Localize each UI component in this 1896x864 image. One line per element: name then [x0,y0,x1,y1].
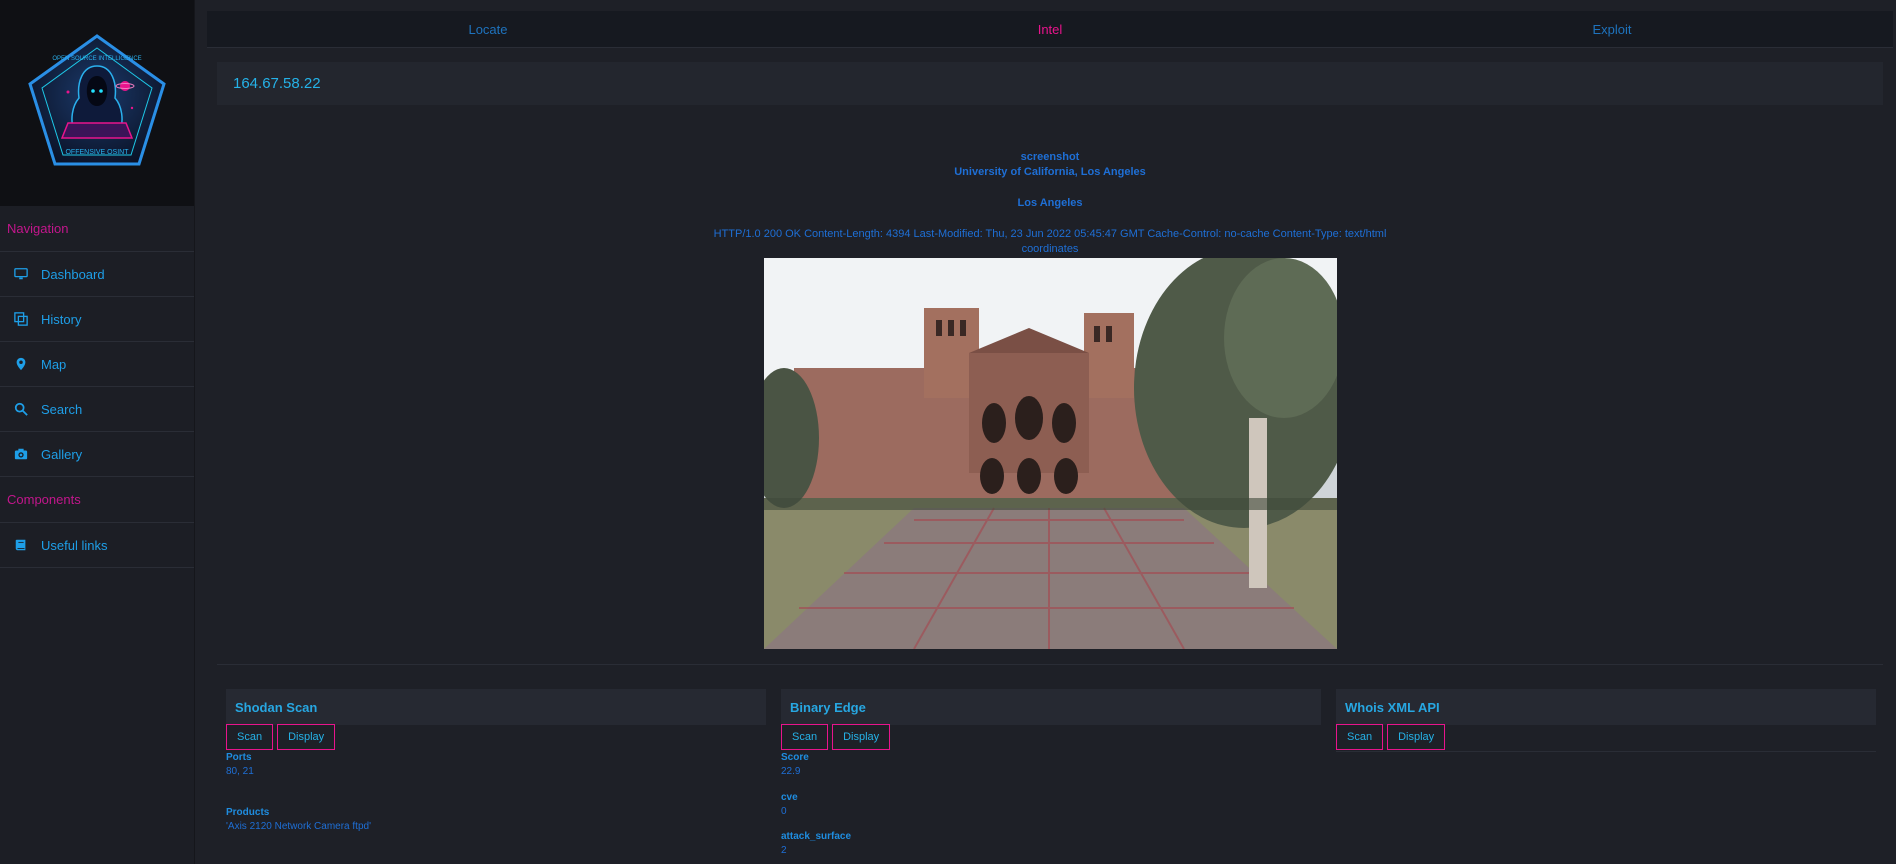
binaryedge-display-button[interactable]: Display [832,724,891,750]
sidebar-item-dashboard[interactable]: Dashboard [0,251,194,296]
search-icon [13,402,28,417]
sidebar-item-gallery[interactable]: Gallery [0,431,194,477]
shodan-actions: Scan Display [226,724,336,750]
field-key: Ports [226,752,252,763]
field-key: cve [781,792,798,803]
shodan-panel: Shodan Scan Scan Display Ports 80, 21 Pr… [226,689,766,832]
field-key: Score [781,752,809,763]
whois-scan-button[interactable]: Scan [1336,724,1384,750]
monitor-icon [13,267,28,282]
book-icon [13,538,28,553]
tab-intel[interactable]: Intel [769,11,1331,47]
whois-actions: Scan Display [1336,724,1446,750]
products-field: Products 'Axis 2120 Network Camera ftpd' [226,807,371,832]
whois-display-button[interactable]: Display [1387,724,1446,750]
binaryedge-actions: Scan Display [781,724,891,750]
logo-area: OFFENSIVE OSINT OPEN SOURCE INTELLIGENCE [0,0,194,206]
whois-divider [1336,751,1876,752]
whois-panel: Whois XML API Scan Display [1336,689,1876,752]
coordinates-label: coordinates [1021,243,1079,255]
sidebar-item-label: Useful links [41,537,108,553]
field-value: 22.9 [781,766,801,777]
logo-bottom-text: OFFENSIVE OSINT [65,149,129,156]
sidebar-item-label: Search [41,401,83,417]
organization: University of California, Los Angeles [954,166,1146,178]
camera-screenshot [764,258,1337,649]
history-icon [13,312,28,327]
tab-exploit[interactable]: Exploit [1331,11,1893,47]
ip-header: 164.67.58.22 [217,62,1883,105]
shodan-title: Shodan Scan [226,689,766,725]
whois-title: Whois XML API [1336,689,1876,725]
osint-logo[interactable]: OFFENSIVE OSINT OPEN SOURCE INTELLIGENCE [22,28,172,178]
pin-icon [13,357,28,372]
section-divider [217,664,1883,665]
sidebar: OFFENSIVE OSINT OPEN SOURCE INTELLIGENCE… [0,0,195,864]
screenshot-label: screenshot [1020,151,1080,163]
sidebar-item-label: Gallery [41,446,83,462]
binaryedge-scan-button[interactable]: Scan [781,724,829,750]
ip-address: 164.67.58.22 [233,75,321,92]
camera-icon [13,447,28,462]
field-value: 80, 21 [226,766,254,777]
field-value: 'Axis 2120 Network Camera ftpd' [226,821,371,832]
tab-bar: Locate Intel Exploit [207,11,1893,47]
logo-top-text: OPEN SOURCE INTELLIGENCE [52,56,141,62]
tab-locate[interactable]: Locate [207,11,769,47]
components-heading: Components [7,492,81,507]
binaryedge-title: Binary Edge [781,689,1321,725]
sidebar-item-label: Map [41,356,67,372]
sidebar-item-map[interactable]: Map [0,341,194,386]
attack-surface-field: attack_surface 2 [781,831,851,856]
score-field: Score 22.9 [781,752,809,777]
http-header: HTTP/1.0 200 OK Content-Length: 4394 Las… [713,228,1387,240]
field-value: 0 [781,806,787,817]
sidebar-item-useful-links[interactable]: Useful links [0,522,194,568]
sidebar-item-label: History [41,311,82,327]
shodan-display-button[interactable]: Display [277,724,336,750]
shodan-scan-button[interactable]: Scan [226,724,274,750]
sidebar-item-search[interactable]: Search [0,386,194,431]
city: Los Angeles [1017,197,1083,209]
field-key: Products [226,807,270,818]
ports-field: Ports 80, 21 [226,752,254,777]
field-key: attack_surface [781,831,852,842]
binaryedge-panel: Binary Edge Scan Display Score 22.9 cve … [781,689,1321,856]
navigation-heading: Navigation [7,221,69,236]
sidebar-item-history[interactable]: History [0,296,194,341]
field-value: 2 [781,845,787,856]
sidebar-item-label: Dashboard [41,266,105,282]
cve-field: cve 0 [781,792,798,817]
